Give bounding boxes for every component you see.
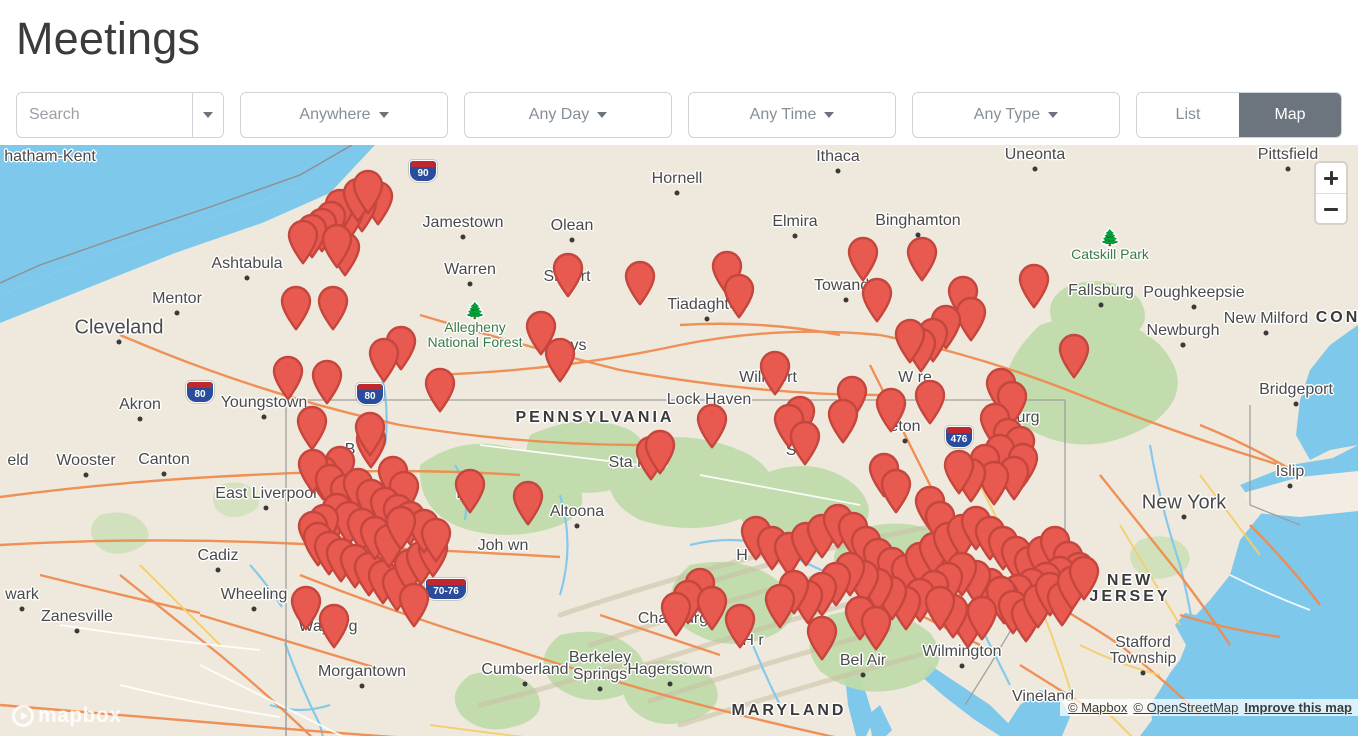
meeting-marker-pin[interactable] <box>722 272 756 319</box>
filter-any-day-button[interactable]: Any Day <box>464 92 672 138</box>
zoom-in-button[interactable] <box>1316 163 1346 193</box>
meeting-marker-pin[interactable] <box>286 218 320 265</box>
view-toggle-map[interactable]: Map <box>1239 93 1341 137</box>
meeting-marker-pin[interactable] <box>893 317 927 364</box>
meeting-marker-pin[interactable] <box>763 582 797 629</box>
meeting-marker-pin[interactable] <box>846 235 880 282</box>
meeting-marker-pin[interactable] <box>316 284 350 331</box>
meeting-marker-pin[interactable] <box>788 419 822 466</box>
meeting-marker-pin[interactable] <box>511 479 545 526</box>
meeting-marker-pin[interactable] <box>965 594 999 641</box>
attribution-improve-link[interactable]: Improve this map <box>1244 700 1352 715</box>
zoom-out-button[interactable] <box>1316 193 1346 223</box>
meeting-marker-pin[interactable] <box>397 581 431 628</box>
filter-anywhere-button[interactable]: Anywhere <box>240 92 448 138</box>
attribution-osm-link[interactable]: © OpenStreetMap <box>1133 700 1238 715</box>
chevron-down-icon <box>203 112 214 118</box>
meeting-marker-pin[interactable] <box>543 336 577 383</box>
meeting-marker-pin[interactable] <box>419 516 453 563</box>
meeting-marker-pin[interactable] <box>805 614 839 661</box>
search-input[interactable] <box>17 93 193 137</box>
meeting-marker-pin[interactable] <box>353 410 387 457</box>
meeting-marker-pin[interactable] <box>659 590 693 637</box>
meeting-marker-pin[interactable] <box>695 402 729 449</box>
meeting-marker-pin[interactable] <box>874 386 908 433</box>
map-zoom-controls <box>1316 163 1346 223</box>
filter-any-time-button[interactable]: Any Time <box>688 92 896 138</box>
meeting-marker-pin[interactable] <box>643 428 677 475</box>
mapbox-logo[interactable]: mapbox <box>12 704 122 728</box>
attribution-mapbox-link[interactable]: © Mapbox <box>1068 700 1127 715</box>
meeting-marker-pin[interactable] <box>320 222 354 269</box>
search-group <box>16 92 224 138</box>
meeting-marker-pin[interactable] <box>351 168 385 215</box>
meeting-marker-pin[interactable] <box>913 378 947 425</box>
filter-any-day-label: Any Day <box>528 106 590 123</box>
meeting-marker-pin[interactable] <box>905 235 939 282</box>
map-container[interactable]: hatham-Kent Ashtabula Mentor Cleveland Akron… <box>0 145 1358 736</box>
meeting-marker-pin[interactable] <box>623 259 657 306</box>
chevron-down-icon <box>597 112 608 118</box>
meeting-marker-pin[interactable] <box>879 467 913 514</box>
meeting-marker-pin[interactable] <box>279 284 313 331</box>
view-toggle-list[interactable]: List <box>1137 93 1239 137</box>
meeting-marker-pin[interactable] <box>310 358 344 405</box>
meeting-marker-pin[interactable] <box>723 602 757 649</box>
meeting-marker-pin[interactable] <box>271 354 305 401</box>
map-basemap <box>0 145 1358 736</box>
meeting-marker-pin[interactable] <box>923 584 957 631</box>
plus-icon-vertical <box>1329 171 1333 185</box>
filter-any-time-label: Any Time <box>749 106 817 123</box>
map-attribution: © Mapbox © OpenStreetMap Improve this ma… <box>1059 699 1358 716</box>
minus-icon <box>1324 208 1338 211</box>
meeting-marker-pin[interactable] <box>826 397 860 444</box>
chevron-down-icon <box>824 112 835 118</box>
meeting-marker-pin[interactable] <box>860 276 894 323</box>
filter-anywhere-label: Anywhere <box>299 106 371 123</box>
mapbox-wordmark: mapbox <box>38 704 122 727</box>
chevron-down-icon <box>1048 112 1059 118</box>
meeting-marker-pin[interactable] <box>1067 554 1101 601</box>
filter-any-type-label: Any Type <box>973 106 1041 123</box>
page-title: Meetings <box>16 13 201 64</box>
meeting-marker-pin[interactable] <box>423 366 457 413</box>
meeting-marker-pin[interactable] <box>551 251 585 298</box>
meeting-marker-pin[interactable] <box>367 336 401 383</box>
meeting-marker-pin[interactable] <box>942 448 976 495</box>
meeting-marker-pin[interactable] <box>1057 332 1091 379</box>
meeting-marker-pin[interactable] <box>758 349 792 396</box>
meetings-page: Meetings Anywhere Any Day Any Time Any T… <box>0 0 1358 736</box>
mapbox-mark-icon <box>12 705 34 727</box>
search-dropdown-button[interactable] <box>192 93 223 137</box>
filter-any-type-button[interactable]: Any Type <box>912 92 1120 138</box>
chevron-down-icon <box>378 112 389 118</box>
meeting-marker-pin[interactable] <box>453 467 487 514</box>
filter-toolbar: Anywhere Any Day Any Time Any Type List … <box>16 92 1342 138</box>
view-toggle: List Map <box>1136 92 1342 138</box>
meeting-marker-pin[interactable] <box>317 602 351 649</box>
meeting-marker-pin[interactable] <box>859 604 893 651</box>
meeting-marker-pin[interactable] <box>384 504 418 551</box>
meeting-marker-pin[interactable] <box>1017 262 1051 309</box>
